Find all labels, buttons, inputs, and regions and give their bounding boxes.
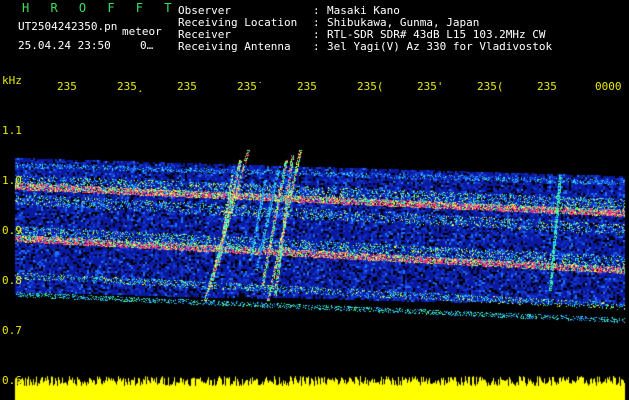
x-tick-label: 235: [177, 80, 197, 93]
y-tick-label: 0.7: [2, 324, 22, 337]
antenna-label: Receiving Antenna: [178, 40, 291, 53]
spectrogram-canvas: [0, 0, 629, 400]
x-tick-label: 235': [417, 80, 444, 93]
x-tick-label: 0000: [595, 80, 622, 93]
y-tick-label: 1.0: [2, 174, 22, 187]
filename-text: UT2504242350.pn: [18, 20, 118, 33]
y-axis-unit: kHz: [2, 74, 22, 87]
x-tick-label: 235: [537, 80, 557, 93]
x-tick-label: 235(: [357, 80, 384, 93]
x-tick-label: 235̇: [237, 80, 257, 93]
y-tick-label: 0.8: [2, 274, 22, 287]
x-tick-label: 235(: [477, 80, 504, 93]
antenna-value: 3el Yagi(V) Az 330 for Vladivostok: [327, 40, 553, 53]
x-tick-label: 235̧: [117, 80, 137, 93]
y-tick-label: 0.9: [2, 224, 22, 237]
hrofft-logo: H R O F F T: [22, 1, 179, 15]
y-tick-label: 1.1: [2, 124, 22, 137]
filename: UT2504242350.pn: [18, 21, 117, 33]
filename-suffix: meteor: [122, 25, 162, 38]
extra-text: 0…: [140, 39, 154, 52]
y-tick-label: 0.6: [2, 374, 22, 387]
datetime: 25.04.24 23:50: [18, 39, 111, 52]
x-tick-label: 235: [57, 80, 77, 93]
x-tick-label: 235: [297, 80, 317, 93]
